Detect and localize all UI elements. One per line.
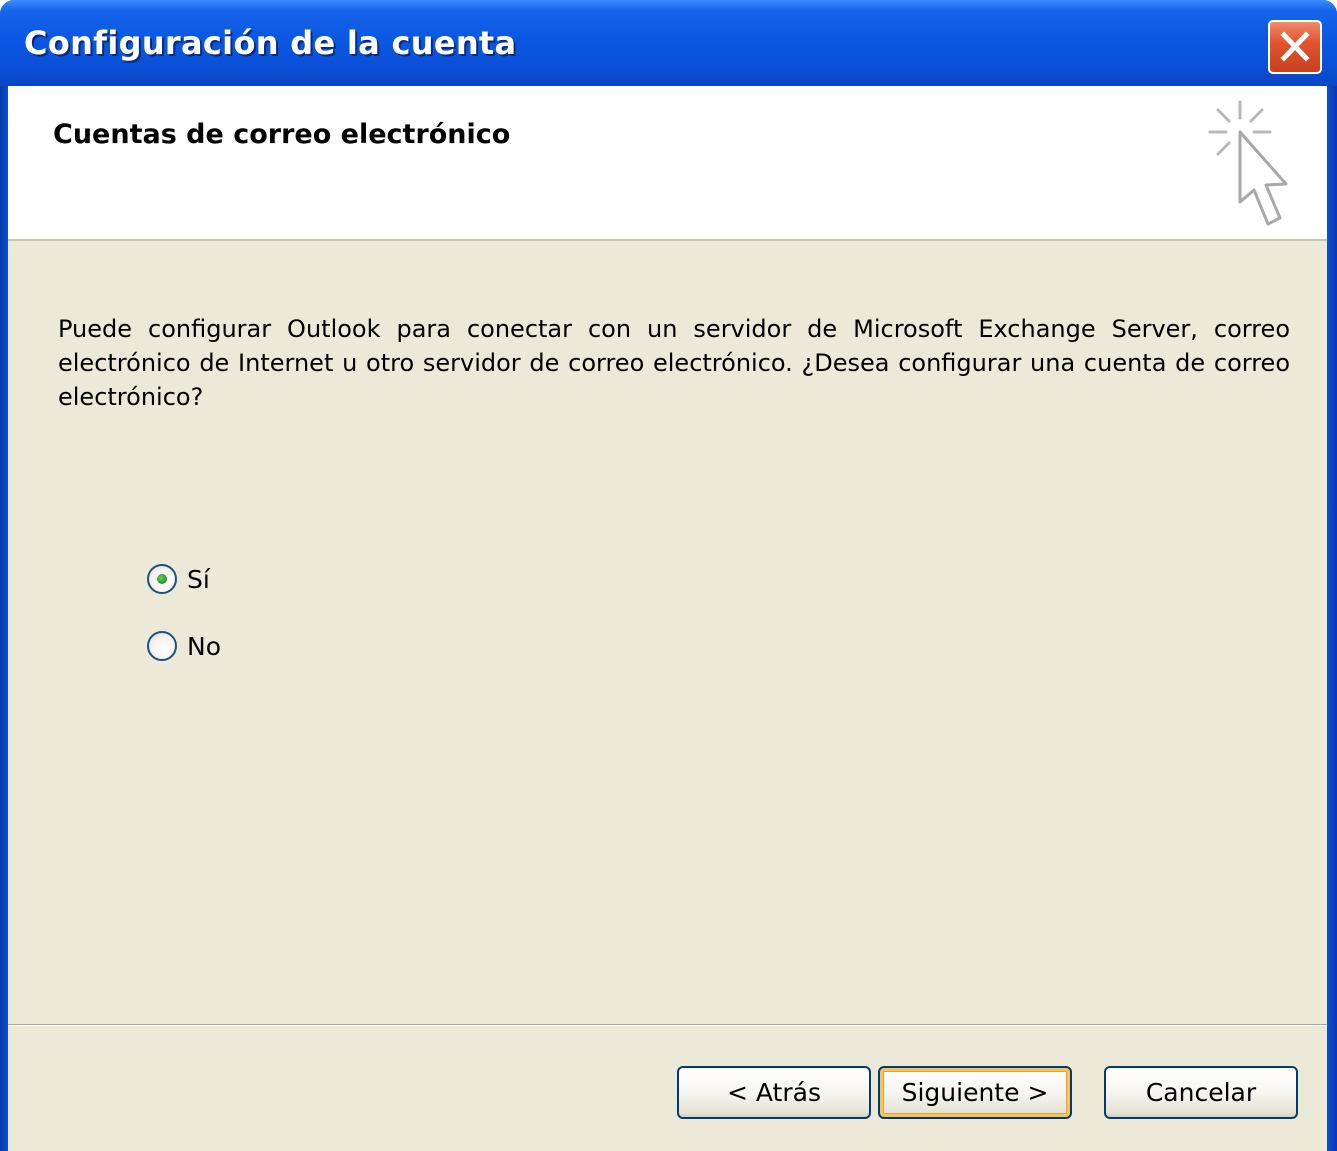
radio-button-no[interactable] xyxy=(147,631,177,661)
close-icon xyxy=(1280,31,1310,62)
title-bar[interactable]: Configuración de la cuenta xyxy=(0,0,1337,86)
radio-selected-dot xyxy=(157,574,167,584)
radio-option-no[interactable]: No xyxy=(147,626,221,666)
radio-label-no[interactable]: No xyxy=(187,632,221,661)
next-button[interactable]: Siguiente > xyxy=(878,1066,1072,1119)
description-text: Puede configurar Outlook para conectar c… xyxy=(58,315,1290,411)
page-title: Cuentas de correo electrónico xyxy=(53,119,511,150)
close-button[interactable] xyxy=(1268,20,1322,74)
dialog-client-area: Cuentas de correo electrónico Puede conf… xyxy=(8,86,1327,1151)
radio-button-yes[interactable] xyxy=(147,564,177,594)
radio-label-yes[interactable]: Sí xyxy=(187,565,210,594)
cancel-button[interactable]: Cancelar xyxy=(1104,1066,1298,1119)
wizard-header: Cuentas de correo electrónico xyxy=(8,86,1327,241)
back-button[interactable]: < Atrás xyxy=(677,1066,871,1119)
radio-option-yes[interactable]: Sí xyxy=(147,559,210,599)
cursor-sparkle-icon xyxy=(1208,100,1288,226)
window-title: Configuración de la cuenta xyxy=(24,24,517,62)
window-border-left xyxy=(0,86,8,1151)
account-settings-window: Configuración de la cuenta Cuentas de co… xyxy=(0,0,1337,1151)
footer-separator xyxy=(8,1024,1327,1026)
window-border-right xyxy=(1327,86,1337,1151)
